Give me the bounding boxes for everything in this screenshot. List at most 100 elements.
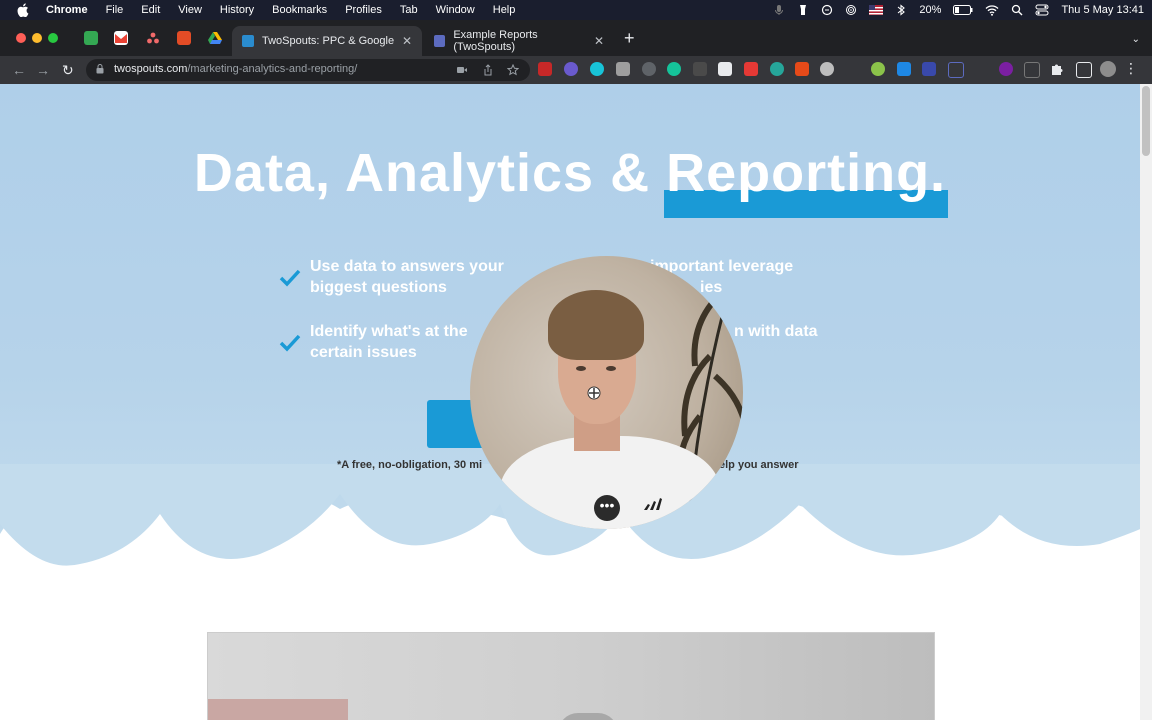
extension-grid-icon[interactable] xyxy=(948,62,964,78)
forward-button[interactable]: → xyxy=(36,62,50,78)
extension-orange-icon[interactable] xyxy=(795,62,809,76)
zoom-window-button[interactable] xyxy=(48,33,58,43)
reading-list-icon[interactable] xyxy=(1076,62,1092,78)
minimize-window-button[interactable] xyxy=(32,33,42,43)
extension-colorful-icon[interactable] xyxy=(564,62,578,76)
twospouts-favicon-icon xyxy=(242,35,254,47)
bullet-1: Use data to answers your biggest questio… xyxy=(310,256,504,298)
tab-search-chevron-icon[interactable]: ⌄ xyxy=(1132,34,1140,45)
menu-profiles[interactable]: Profiles xyxy=(345,4,382,16)
page-scrollbar[interactable] xyxy=(1140,84,1152,720)
pinned-tab-gmail-icon[interactable] xyxy=(114,31,128,45)
url-path: /marketing-analytics-and-reporting/ xyxy=(187,63,358,75)
url-text[interactable]: twospouts.com/marketing-analytics-and-re… xyxy=(114,63,357,75)
extension-badge-icon[interactable] xyxy=(693,62,707,76)
pinned-tab-app-icon[interactable] xyxy=(177,31,191,45)
menu-help[interactable]: Help xyxy=(493,4,516,16)
reload-button[interactable]: ↻ xyxy=(62,62,74,78)
close-tab-icon[interactable]: ✕ xyxy=(402,34,412,48)
menu-history[interactable]: History xyxy=(220,4,254,16)
menu-tab[interactable]: Tab xyxy=(400,4,418,16)
bluetooth-icon[interactable] xyxy=(895,4,907,16)
menu-file[interactable]: File xyxy=(106,4,124,16)
bookmark-star-icon[interactable] xyxy=(507,64,519,76)
adidas-logo-icon xyxy=(644,498,662,510)
extension-purple-icon[interactable] xyxy=(999,62,1013,76)
tab-title: TwoSpouts: PPC & Google xyxy=(262,35,395,47)
wifi-icon[interactable] xyxy=(985,4,999,16)
page-headline: Data, Analytics & Reporting. xyxy=(0,142,1140,218)
status-area: 20% Thu 5 May 13:41 xyxy=(773,0,1144,20)
scrollbar-thumb[interactable] xyxy=(1142,86,1150,156)
battery-percent: 20% xyxy=(919,4,942,16)
bullet-2-line2: certain issues xyxy=(310,344,417,361)
extension-gray-icon[interactable] xyxy=(820,62,834,76)
chrome-menu-icon[interactable]: ⋮ xyxy=(1124,60,1138,77)
move-cursor-icon[interactable] xyxy=(587,386,601,400)
extensions-puzzle-icon[interactable] xyxy=(1050,62,1064,76)
video-frame-object xyxy=(558,713,618,720)
headline-highlight: Reporting. xyxy=(664,143,949,218)
webcam-overlay[interactable]: ••• xyxy=(470,256,743,529)
clock[interactable]: Thu 5 May 13:41 xyxy=(1061,4,1144,16)
extension-pen-icon[interactable] xyxy=(845,62,859,76)
microphone-icon[interactable] xyxy=(773,4,785,16)
us-flag-icon[interactable] xyxy=(869,5,884,15)
spotlight-search-icon[interactable] xyxy=(1011,4,1023,16)
control-center-icon[interactable] xyxy=(1035,4,1049,16)
flashlight-icon[interactable] xyxy=(797,4,809,16)
video-thumbnail[interactable] xyxy=(207,632,935,720)
extension-red-icon[interactable] xyxy=(538,62,552,76)
menu-bookmarks[interactable]: Bookmarks xyxy=(272,4,327,16)
pinned-tab-drive-icon[interactable] xyxy=(208,31,222,45)
menu-app-name[interactable]: Chrome xyxy=(46,4,88,16)
footnote-left: *A free, no-obligation, 30 mi xyxy=(337,459,483,471)
menu-view[interactable]: View xyxy=(178,4,202,16)
tab-twospouts[interactable]: TwoSpouts: PPC & Google ✕ xyxy=(232,26,422,56)
bullet-1-line2: biggest questions xyxy=(310,279,447,296)
tab-example-reports[interactable]: Example Reports (TwoSpouts) ✕ xyxy=(424,26,614,56)
example-reports-favicon-icon xyxy=(434,35,446,47)
extension-dark-icon[interactable] xyxy=(642,62,656,76)
extension-cyan-icon[interactable] xyxy=(590,62,604,76)
back-button[interactable]: ← xyxy=(12,62,26,78)
extension-camera-icon[interactable] xyxy=(616,62,630,76)
sync-icon[interactable] xyxy=(821,4,833,16)
extension-arrow-icon[interactable] xyxy=(744,62,758,76)
close-window-button[interactable] xyxy=(16,33,26,43)
presenter-hair xyxy=(548,290,644,360)
pinned-tab-sheets-icon[interactable] xyxy=(84,31,98,45)
camera-permission-icon[interactable] xyxy=(456,64,468,76)
share-icon[interactable] xyxy=(482,64,494,76)
macos-menu-bar: Chrome File Edit View History Bookmarks … xyxy=(0,0,1152,20)
close-tab-icon[interactable]: ✕ xyxy=(594,34,604,48)
url-host: twospouts.com xyxy=(114,63,188,75)
lock-icon[interactable] xyxy=(96,64,104,74)
tab-title: Example Reports (TwoSpouts) xyxy=(453,29,538,53)
airdrop-icon[interactable] xyxy=(845,4,857,16)
video-frame-object xyxy=(208,699,348,720)
extension-grammarly-icon[interactable] xyxy=(667,62,681,76)
extension-teal-icon[interactable] xyxy=(770,62,784,76)
extension-function-icon[interactable] xyxy=(1024,62,1040,78)
new-tab-button[interactable]: + xyxy=(624,29,635,47)
battery-icon[interactable] xyxy=(953,5,973,15)
extension-green-icon[interactable] xyxy=(871,62,885,76)
checkmark-icon xyxy=(279,334,301,352)
address-bar[interactable]: twospouts.com/marketing-analytics-and-re… xyxy=(86,59,530,81)
extension-white-icon[interactable] xyxy=(718,62,732,76)
extension-slash-icon[interactable] xyxy=(974,62,988,76)
bullet-2-line1: Identify what's at the xyxy=(310,323,468,340)
bullet-2: Identify what's at the certain issues xyxy=(310,321,468,363)
webcam-options-icon[interactable]: ••• xyxy=(594,495,620,521)
presenter-eye xyxy=(576,366,586,371)
extension-blue-icon[interactable] xyxy=(897,62,911,76)
menu-window[interactable]: Window xyxy=(436,4,475,16)
extension-indigo-icon[interactable] xyxy=(922,62,936,76)
browser-tab-bar: TwoSpouts: PPC & Google ✕ Example Report… xyxy=(0,20,1152,56)
presenter-eye xyxy=(606,366,616,371)
menu-edit[interactable]: Edit xyxy=(141,4,160,16)
pinned-tab-asana-icon[interactable] xyxy=(146,31,160,45)
apple-icon[interactable] xyxy=(16,3,30,17)
profile-avatar[interactable] xyxy=(1100,61,1116,77)
